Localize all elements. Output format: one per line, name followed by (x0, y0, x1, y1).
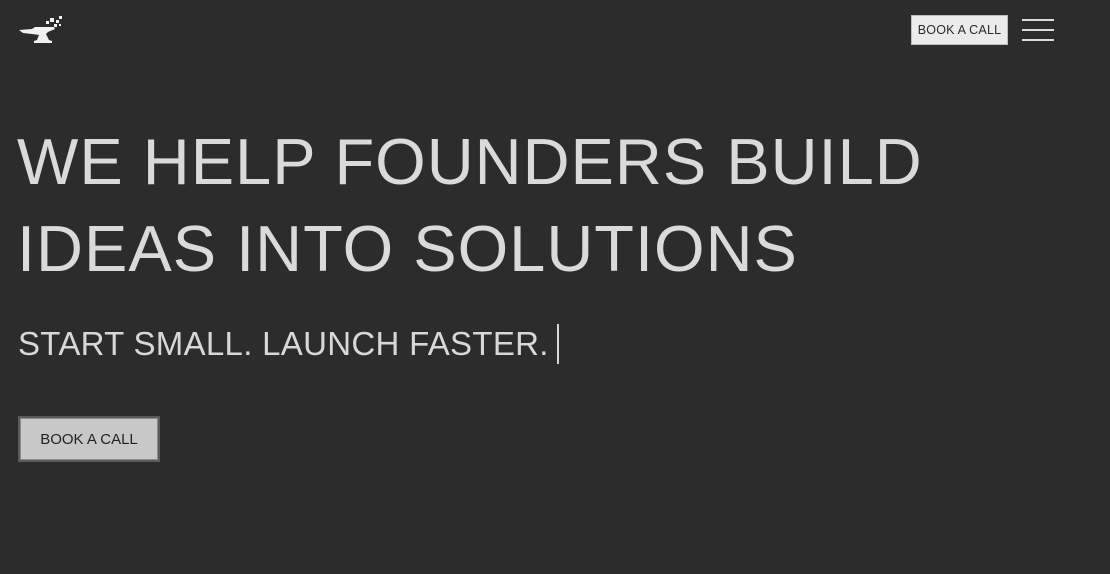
menu-bar-middle (1022, 29, 1054, 31)
typing-cursor (556, 324, 559, 364)
header-book-call-button[interactable]: BOOK A CALL (911, 15, 1008, 45)
anvil-logo-icon[interactable] (18, 16, 64, 44)
hero-tagline: START SMALL. LAUNCH FASTER. (18, 325, 549, 362)
tagline-row: START SMALL. LAUNCH FASTER. (18, 322, 559, 366)
hamburger-menu-icon[interactable] (1022, 18, 1056, 42)
hero-title-line-1: WE HELP FOUNDERS BUILD (17, 125, 923, 198)
hero-title-line-2: IDEAS INTO SOLUTIONS (17, 212, 798, 285)
landing-page: BOOK A CALL WE HELP FOUNDERS BUILD IDEAS… (0, 0, 1110, 574)
menu-bar-bottom (1022, 39, 1054, 41)
hero-title: WE HELP FOUNDERS BUILD IDEAS INTO SOLUTI… (17, 118, 923, 292)
menu-bar-top (1022, 19, 1054, 21)
hero-book-call-button[interactable]: BOOK A CALL (18, 416, 160, 462)
